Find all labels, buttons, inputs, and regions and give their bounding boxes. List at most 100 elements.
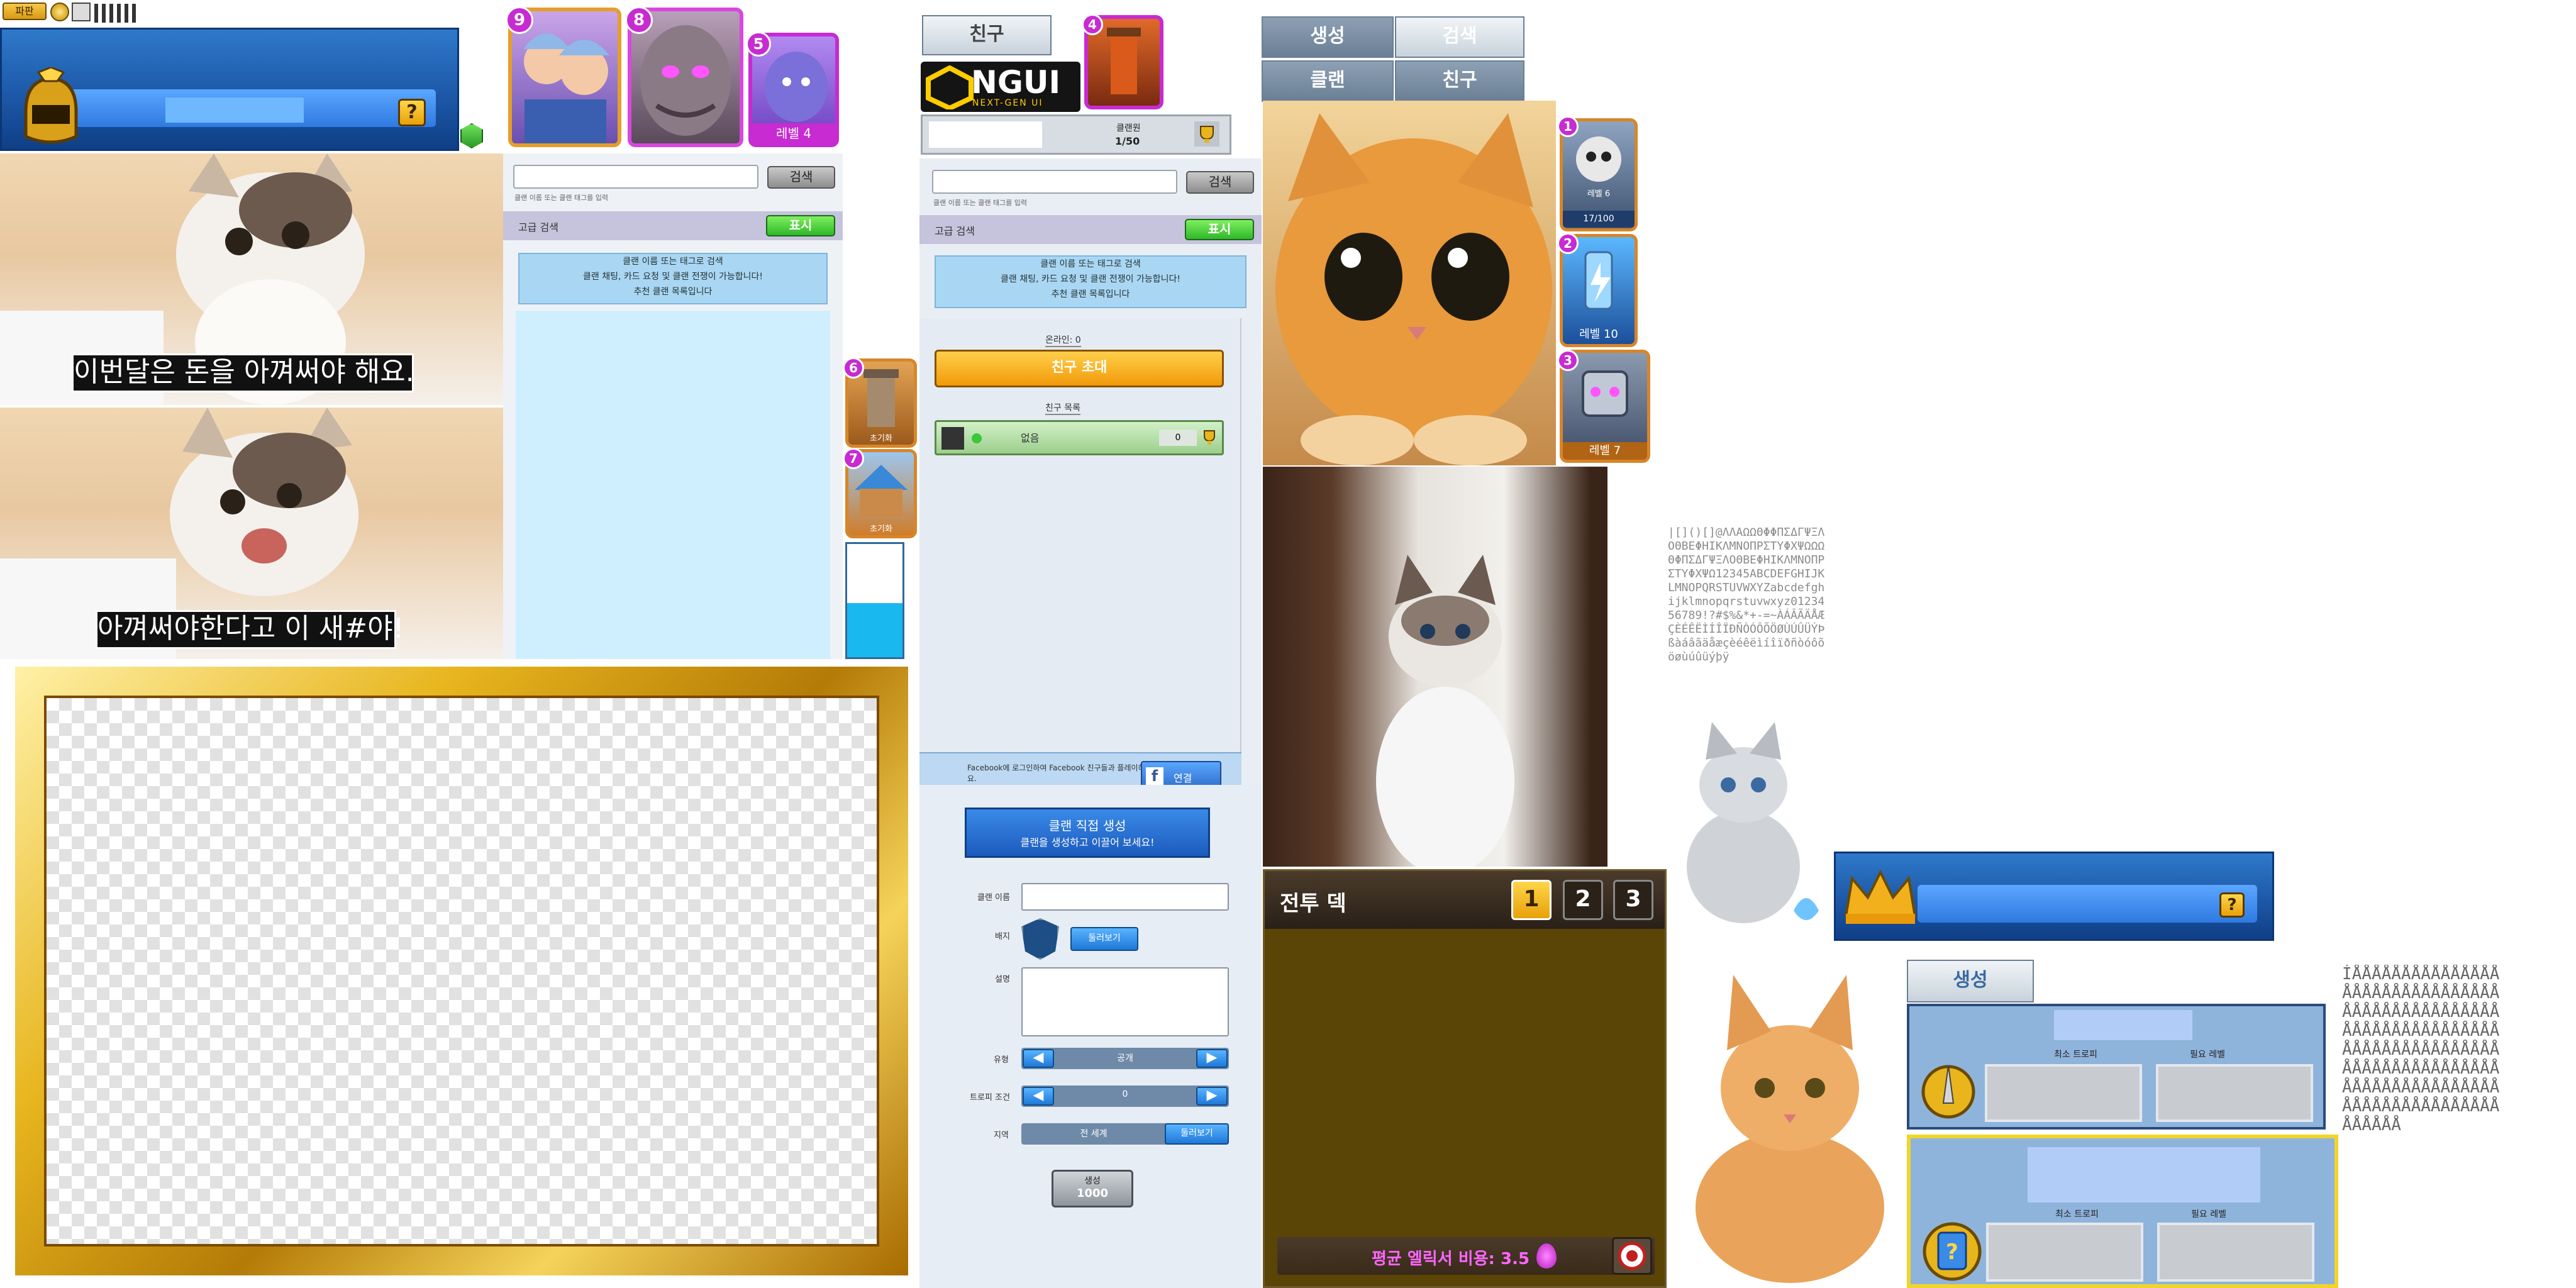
requirement-card-title-field (2028, 1147, 2260, 1202)
region-selector: 전 세계 둘러보기 (1021, 1123, 1229, 1145)
filter-toggle-button[interactable]: 표시 (766, 215, 835, 236)
clan-search-input[interactable] (513, 165, 758, 189)
filter-bar: 고급 검색 표시 (503, 211, 843, 240)
create-panel: 생성 최소 트로피 필요 레벨 ? 최소 트로피 필요 레벨 (1904, 960, 2338, 1288)
tab-friends[interactable]: 친구 (1395, 60, 1524, 102)
small-icons (94, 4, 138, 23)
frame-transparent-area (44, 696, 879, 1246)
clan-name-field[interactable] (1021, 883, 1229, 911)
card-badge: 5 (746, 31, 771, 57)
help-button[interactable]: ? (2219, 892, 2245, 918)
tabs-panel: 생성 검색 클랜 친구 (1262, 16, 1524, 102)
filter-bar: 고급 검색 표시 (919, 215, 1262, 244)
search-button[interactable]: 검색 (767, 166, 835, 189)
trophy-next-button[interactable]: ▶ (1196, 1087, 1228, 1106)
requirement-value-box (2156, 1064, 2313, 1122)
crown-banner: ? (1834, 852, 2274, 941)
trophy-prev-button[interactable]: ◀ (1023, 1087, 1054, 1106)
orange-cat-photo (1263, 101, 1556, 465)
facebook-text: Facebook에 로그인하여 Facebook 친구들과 플레이하세요. (967, 763, 1152, 783)
tab-friends[interactable]: 친구 (922, 15, 1052, 55)
clan-create-panel: 클랜 직접 생성 클랜을 생성하고 이끌어 보세요! 클랜 이름 배지 둘러보기… (919, 785, 1262, 1288)
deck-tab-3[interactable]: 3 (1613, 880, 1653, 920)
filter-label: 고급 검색 (518, 221, 558, 233)
trophy-requirement-label: 트로피 조건 (970, 1093, 1010, 1102)
crown-banner-bar (1918, 885, 2257, 923)
online-status-dot (972, 433, 982, 443)
card-badge: 2 (1557, 233, 1579, 254)
card-count: 17/100 (1563, 211, 1635, 227)
invite-friend-button[interactable]: 친구 초대 (935, 350, 1224, 387)
target-icon[interactable] (1612, 1237, 1652, 1275)
badge-browse-button[interactable]: 둘러보기 (1070, 927, 1138, 951)
king-banner-name-field (165, 97, 304, 123)
font-atlas-small: |[]()[]@ΛΛΑΩΩΘΦΦΠΣΔΓΨΞΛΟΘΒΕΦΗΙΚΛΜΝΟΠΡΣΤΥ… (1668, 526, 1825, 663)
vertical-progress-bar (845, 542, 904, 659)
region-value: 전 세계 (1080, 1129, 1108, 1139)
deck-tab-1[interactable]: 1 (1511, 880, 1552, 920)
tab-create[interactable]: 생성 (1907, 960, 2034, 1002)
font-atlas-large: ÍÅÅÅÅÅÅÅÅÅÅÅÅÅÅÅÅÅÅÅÅÅÅÅÅÅÅÅÅÅÅÅÅÅÅÅÅÅÅÅ… (2342, 965, 2500, 1135)
king-helmet-icon (13, 67, 89, 149)
deck-footer: 평균 엘릭서 비용: 3.5 (1277, 1237, 1655, 1275)
tiny-button[interactable]: 파판 (3, 3, 47, 20)
elixir-cost-label: 평균 엘릭서 비용: 3.5 (1372, 1250, 1530, 1269)
type-prev-button[interactable]: ◀ (1023, 1049, 1054, 1068)
info-line: 클랜 채팅, 카드 요청 및 클랜 전쟁이 가능합니다! (1001, 274, 1180, 284)
requirement-value-box (1985, 1064, 2142, 1122)
friend-row[interactable]: 없음 0 (935, 420, 1224, 455)
requirement-col-label: 최소 트로피 (2054, 1050, 2097, 1060)
tab-create[interactable]: 생성 (1262, 16, 1394, 58)
search-hint: 클랜 이름 또는 클랜 태그를 입력 (514, 194, 609, 202)
battle-deck-panel: 전투 덱 1 2 3 평균 엘릭서 비용: 3.5 (1263, 869, 1667, 1288)
filter-label: 고급 검색 (935, 225, 975, 237)
badge-label: 배지 (995, 932, 1010, 941)
gold-picture-frame (15, 667, 908, 1275)
type-label: 유형 (994, 1055, 1009, 1065)
logo-main: NGUI (971, 64, 1061, 101)
clan-search-panel: 클랜 이름 또는 클랜 태그를 입력 검색 고급 검색 표시 클랜 이름 또는 … (503, 153, 843, 659)
search-button[interactable]: 검색 (1186, 171, 1254, 194)
create-clan-button[interactable]: 생성 1000 (1052, 1170, 1133, 1208)
clan-member-name-field (929, 121, 1042, 148)
gray-kitten-photo (1668, 697, 1831, 942)
clan-info-box: 클랜 이름 또는 태그로 검색 클랜 채팅, 카드 요청 및 클랜 전쟁이 가능… (518, 253, 828, 304)
filter-toggle-button[interactable]: 표시 (1185, 219, 1254, 240)
top-strip: 파판 (0, 0, 145, 26)
create-label: 생성 (1084, 1176, 1101, 1186)
orange-kitten-photo (1670, 950, 1909, 1288)
requirement-col-label: 필요 레벨 (2191, 1209, 2226, 1219)
friends-list-area: 온라인: 0 친구 초대 친구 목록 없음 0 (919, 318, 1241, 758)
description-field[interactable] (1021, 967, 1229, 1036)
card-badge: 3 (1557, 350, 1579, 371)
region-browse-button[interactable]: 둘러보기 (1165, 1123, 1229, 1145)
clan-member-bar: 클랜원 1/50 (921, 114, 1231, 155)
ribbon-line: 클랜 직접 생성 (1048, 818, 1126, 833)
tab-clan[interactable]: 클랜 (1262, 60, 1394, 102)
region-label: 지역 (994, 1131, 1009, 1140)
requirement-card-title-field (2054, 1010, 2192, 1040)
deck-title: 전투 덱 (1280, 891, 1346, 916)
logo-sub: NEXT-GEN UI (972, 98, 1043, 108)
help-button[interactable]: ? (398, 99, 426, 126)
card-level-label: 레벨 6 (1587, 189, 1611, 199)
clan-list-area[interactable] (516, 311, 830, 659)
friend-search-input[interactable] (932, 170, 1177, 194)
deck-tab-2[interactable]: 2 (1563, 880, 1603, 920)
card-badge: 9 (506, 6, 533, 34)
info-line: 추천 클랜 목록입니다 (633, 287, 713, 297)
info-line: 클랜 이름 또는 태그로 검색 (623, 257, 723, 267)
tab-search[interactable]: 검색 (1395, 16, 1524, 58)
friend-name: 없음 (1021, 432, 1040, 444)
requirement-value-box (2157, 1223, 2314, 1282)
card-label: 초기화 (870, 525, 892, 534)
card-badge: 7 (843, 448, 864, 469)
sword-shield-icon (1917, 1059, 1980, 1122)
create-cost: 1000 (1076, 1187, 1109, 1200)
type-next-button[interactable]: ▶ (1196, 1049, 1228, 1068)
friend-search-section: 클랜 이름 또는 클랜 태그를 입력 검색 고급 검색 표시 클랜 이름 또는 … (919, 158, 1262, 795)
requirement-value-box (1986, 1223, 2143, 1282)
card-badge: 6 (843, 357, 864, 379)
trophy-value: 0 (1122, 1089, 1128, 1099)
trophy-selector: ◀ 0 ▶ (1021, 1085, 1229, 1107)
